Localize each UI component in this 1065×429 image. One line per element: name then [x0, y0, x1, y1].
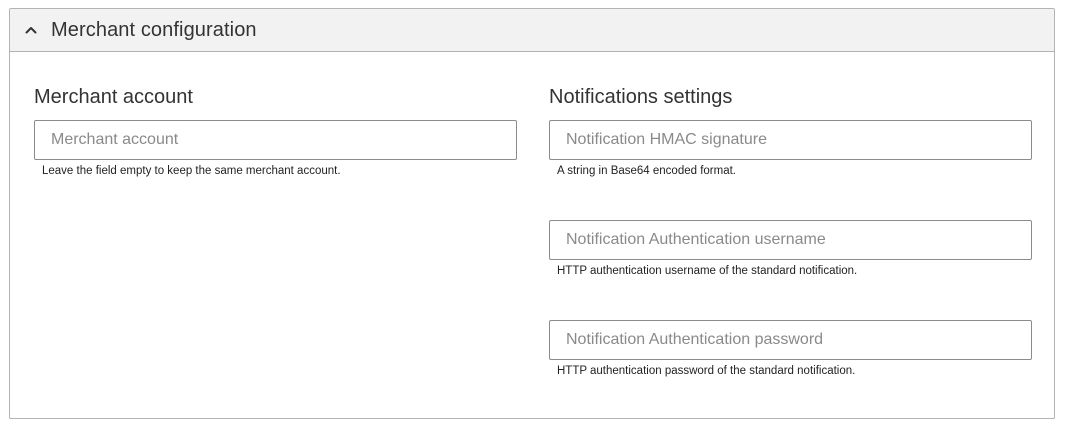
- auth-username-input[interactable]: [549, 220, 1032, 260]
- merchant-account-input[interactable]: [34, 120, 517, 160]
- hmac-signature-input[interactable]: [549, 120, 1032, 160]
- auth-password-input[interactable]: [549, 320, 1032, 360]
- merchant-account-field: Leave the field empty to keep the same m…: [34, 120, 517, 177]
- auth-password-field: HTTP authentication password of the stan…: [549, 320, 1032, 377]
- chevron-up-icon[interactable]: [23, 22, 39, 38]
- auth-username-hint: HTTP authentication username of the stan…: [557, 265, 858, 277]
- hmac-signature-field: A string in Base64 encoded format.: [549, 120, 1032, 177]
- panel-header-toggle[interactable]: Merchant configuration: [10, 9, 1054, 52]
- merchant-account-hint: Leave the field empty to keep the same m…: [42, 165, 341, 177]
- merchant-configuration-panel: Merchant configuration Merchant account …: [9, 8, 1055, 419]
- panel-title: Merchant configuration: [51, 18, 257, 41]
- notifications-settings-heading: Notifications settings: [549, 86, 733, 108]
- auth-username-field: HTTP authentication username of the stan…: [549, 220, 1032, 277]
- auth-password-hint: HTTP authentication password of the stan…: [557, 365, 856, 377]
- merchant-account-heading: Merchant account: [34, 86, 193, 108]
- hmac-signature-hint: A string in Base64 encoded format.: [557, 165, 736, 177]
